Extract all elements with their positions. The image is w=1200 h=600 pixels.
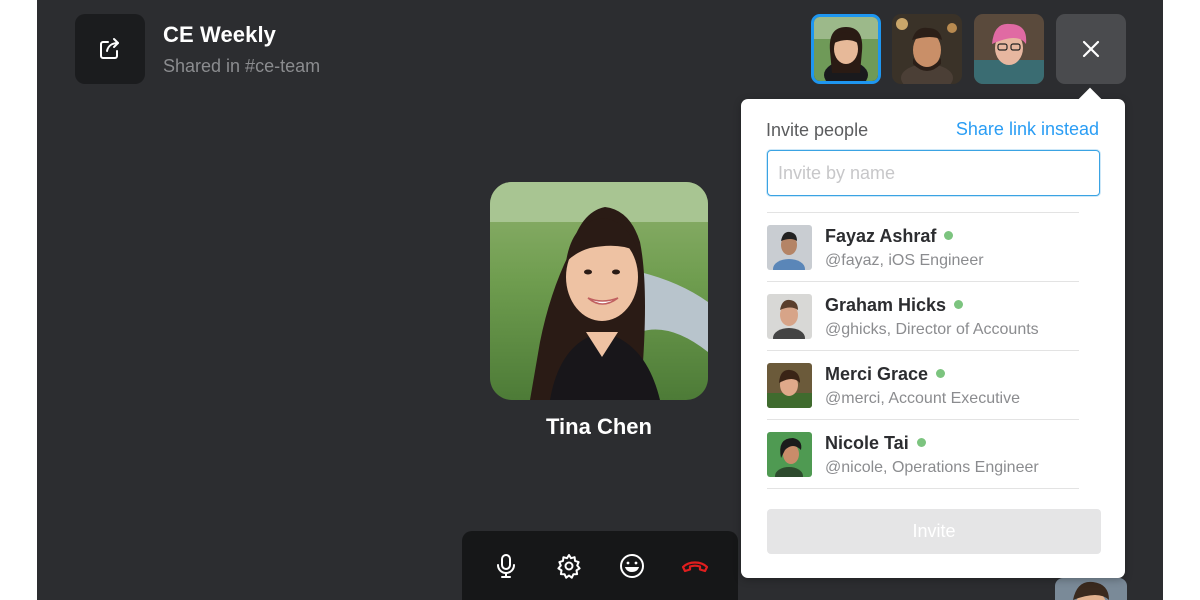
call-title: CE Weekly	[163, 22, 276, 47]
person-row[interactable]: Graham Hicks @ghicks, Director of Accoun…	[767, 282, 1079, 351]
close-invite-button[interactable]	[1056, 14, 1126, 84]
invite-heading: Invite people	[766, 120, 869, 140]
call-subtitle: Shared in #ce-team	[163, 56, 321, 76]
speaker-video	[490, 182, 708, 400]
person-row[interactable]: Merci Grace @merci, Account Executive	[767, 351, 1079, 420]
person-name: Nicole Tai	[825, 433, 926, 454]
person-name: Merci Grace	[825, 364, 946, 385]
online-status-dot	[936, 368, 946, 378]
participant-thumb-2[interactable]	[892, 14, 962, 84]
invite-search-input[interactable]	[767, 150, 1100, 196]
online-status-dot	[944, 230, 954, 240]
person-row[interactable]: Fayaz Ashraf @fayaz, iOS Engineer	[767, 213, 1079, 282]
person-handle: @fayaz, iOS Engineer	[825, 252, 984, 269]
person-name: Fayaz Ashraf	[825, 226, 954, 247]
reaction-button[interactable]	[608, 542, 656, 590]
person-handle: @merci, Account Executive	[825, 390, 1020, 407]
person-row[interactable]: Nicole Tai @nicole, Operations Engineer	[767, 420, 1079, 489]
gear-icon	[556, 553, 581, 579]
share-icon	[100, 38, 119, 59]
hang-up-icon	[681, 560, 708, 572]
call-control-bar	[462, 531, 738, 600]
self-avatar	[1055, 578, 1127, 600]
participant-avatar	[892, 14, 962, 84]
speaker-avatar	[490, 182, 708, 400]
microphone-icon	[496, 553, 515, 578]
person-name: Graham Hicks	[825, 295, 964, 316]
invite-button[interactable]: Invite	[767, 509, 1101, 554]
speaker-name: Tina Chen	[546, 414, 652, 439]
person-handle: @ghicks, Director of Accounts	[825, 321, 1039, 338]
online-status-dot	[954, 299, 964, 309]
person-handle: @nicole, Operations Engineer	[825, 459, 1039, 476]
people-suggestion-list: Fayaz Ashraf @fayaz, iOS Engineer Graham…	[767, 212, 1079, 489]
close-icon	[1082, 40, 1100, 58]
participant-thumb-1[interactable]	[811, 14, 881, 84]
person-avatar	[767, 432, 812, 477]
invite-people-popover: Invite people Share link instead Fayaz A…	[741, 99, 1125, 578]
emoji-icon	[619, 553, 644, 578]
participant-avatar	[974, 14, 1044, 84]
mute-button[interactable]	[482, 542, 530, 590]
hang-up-button[interactable]	[671, 542, 719, 590]
online-status-dot	[916, 437, 926, 447]
person-avatar	[767, 294, 812, 339]
share-link-button[interactable]: Share link instead	[956, 119, 1099, 140]
person-avatar	[767, 363, 812, 408]
share-screen-button[interactable]	[75, 14, 145, 84]
settings-button[interactable]	[545, 542, 593, 590]
participant-avatar	[814, 17, 878, 81]
person-avatar	[767, 225, 812, 270]
self-view-video[interactable]	[1055, 578, 1127, 600]
participant-thumb-3[interactable]	[974, 14, 1044, 84]
